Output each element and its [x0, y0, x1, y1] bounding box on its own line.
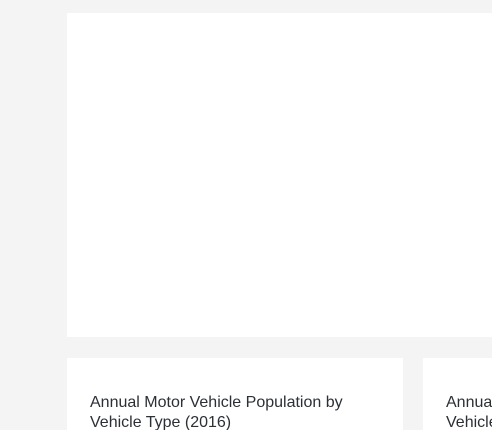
- dataset-card-title[interactable]: Annual Motor Vehicle Population by Vehic…: [90, 393, 380, 430]
- dataset-card[interactable]: Annual Motor Vehicle Population by Vehic…: [423, 358, 492, 430]
- featured-panel: [67, 13, 492, 337]
- dataset-card[interactable]: Annual Motor Vehicle Population by Vehic…: [67, 358, 403, 430]
- dataset-card-title[interactable]: Annual Motor Vehicle Population by Vehic…: [446, 393, 492, 430]
